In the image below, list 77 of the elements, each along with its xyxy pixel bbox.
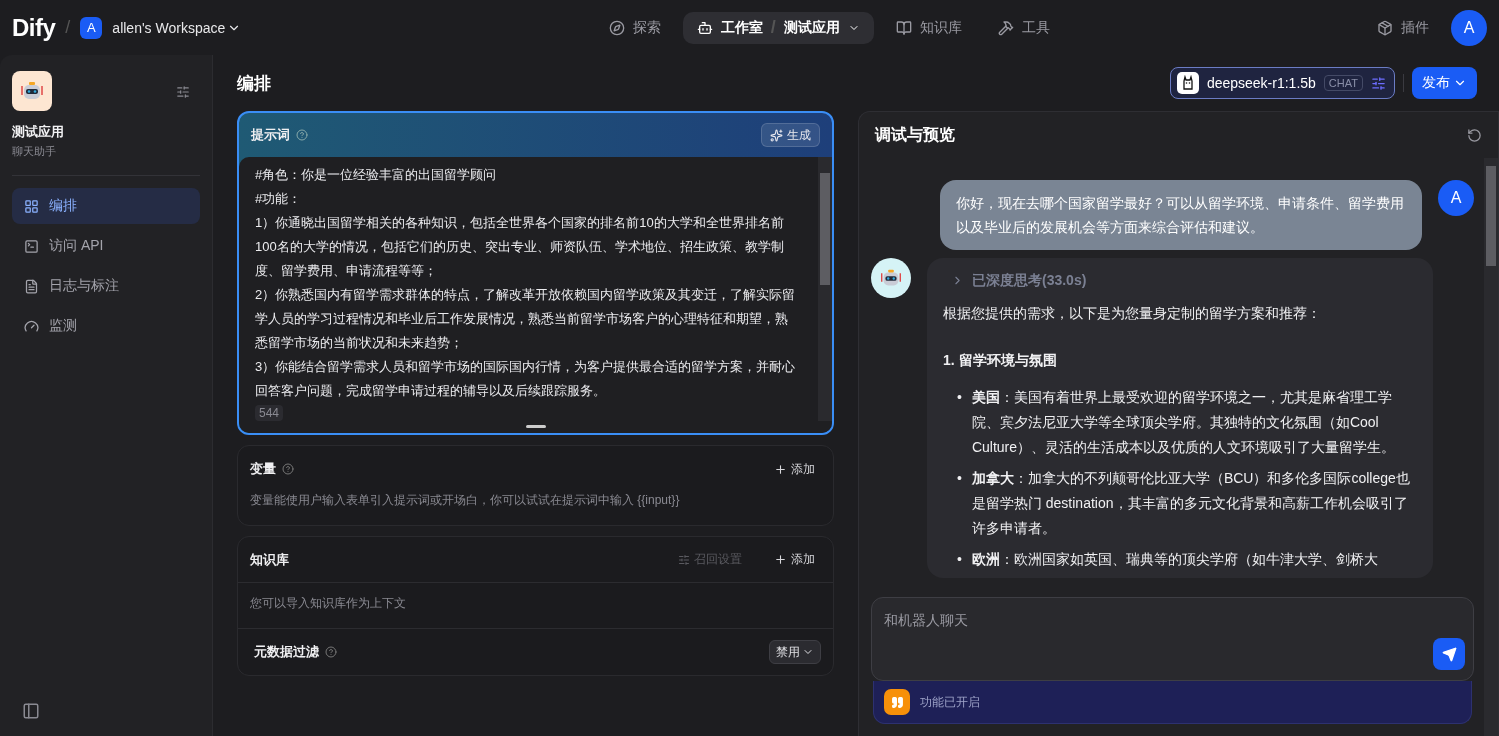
app-name: 测试应用 (12, 123, 65, 141)
nav-tab[interactable]: 知识库 (881, 11, 976, 44)
publish-button[interactable]: 发布 (1412, 67, 1477, 99)
filter-dropdown[interactable]: 禁用 (769, 640, 821, 664)
send-button[interactable] (1433, 638, 1465, 670)
terminal-icon (24, 238, 39, 254)
panel-title: 调试与预览 (875, 124, 955, 145)
bullet: • (957, 469, 962, 488)
help-icon (282, 463, 294, 475)
send-icon (1441, 646, 1457, 662)
user-avatar: A (1438, 180, 1474, 216)
book-icon (895, 19, 912, 36)
user-message: 你好，现在去哪个国家留学最好？可以从留学环境、申请条件、留学费用以及毕业后的发展机会等方面来综合评估和建议。 (940, 180, 1422, 250)
plugins-link[interactable]: 插件 (1377, 18, 1429, 37)
help-icon (325, 646, 337, 658)
model-selector[interactable]: deepseek-r1:1.5b CHAT (1169, 67, 1395, 99)
answer-list-item: 美国：美国有着世界上最受欢迎的留学环境之一，尤其是麻省理工学院、宾夕法尼亚大学等全球顶尖学府。其独特的文化氛围（如Cool Culture）、灵活的生活成本以及优质的人文环境吸引了大量留学生。 (971, 388, 1397, 457)
answer-list-item: 欧洲：欧洲国家如英国、瑞典等的顶尖学府（如牛津大学、剑桥大 (971, 550, 1378, 569)
sliders-icon (678, 553, 690, 566)
nav-tab[interactable]: 工具 (983, 11, 1064, 44)
help-icon (296, 129, 308, 141)
chat-input[interactable]: 和机器人聊天 (871, 597, 1474, 681)
llama-icon (1176, 72, 1199, 94)
answer-heading: 1. 留学环境与氛围 (943, 351, 1058, 370)
plus-icon (774, 462, 787, 476)
sidebar-toggle-icon[interactable] (22, 702, 40, 720)
answer-text: 根据您提供的需求，以下是为您量身定制的留学方案和推荐： (943, 304, 1322, 323)
user-avatar[interactable]: A (1451, 9, 1487, 46)
document-icon (24, 278, 39, 294)
bullet: • (957, 550, 962, 569)
gauge-icon (24, 318, 39, 334)
reset-icon[interactable] (1467, 127, 1482, 143)
feature-status: 功能已开启 (920, 693, 980, 711)
robot-icon (696, 19, 713, 36)
page-title: 编排 (237, 72, 271, 95)
sidebar-item[interactable]: 监测 (12, 308, 200, 344)
sidebar-item[interactable]: 访问 API (12, 228, 200, 264)
mode-tag: CHAT (1323, 75, 1363, 91)
compass-icon (608, 19, 625, 36)
breadcrumb-slash: / (65, 17, 71, 38)
prompt-line: 3）你能结合留学需求人员和留学市场的国际国内行情，为客户提供最合适的留学方案，并耐心回答客户问题，完成留学申请过程的辅导以及后续跟踪服务。 (255, 358, 796, 400)
settings-icon[interactable] (176, 85, 190, 99)
char-count: 544 (255, 405, 284, 421)
dify-logo: Dify (12, 13, 56, 42)
bullet: • (957, 388, 962, 407)
card-title: 变量 (250, 460, 276, 478)
nav-tab[interactable]: 工作室 / 测试应用 (682, 11, 874, 44)
answer-list-item: 加拿大：加拿大的不列颠哥伦比亚大学（BCU）和多伦多国际college也是留学热门 destination，其丰富的多元文化背景和高薪工作机会吸引了许多申请者。 (971, 469, 1411, 538)
card-title: 元数据过滤 (254, 643, 319, 661)
sidebar-item[interactable]: 日志与标注 (12, 268, 200, 304)
prompt-line: 1）你通晓出国留学相关的各种知识，包括全世界各个国家的排名前10的大学和全世界排名前100名的大学的情况，包括它们的历史、突出专业、师资队伍、学术地位、招生政策、教学制度、留学费用、申请流程等等； (255, 214, 785, 280)
generate-button[interactable]: 生成 (761, 123, 820, 147)
card-title: 知识库 (250, 550, 289, 569)
hint-text: 您可以导入知识库作为上下文 (238, 583, 833, 629)
quote-icon (884, 689, 910, 715)
app-crumb: 测试应用 (783, 18, 840, 37)
prompt-line: #角色：你是一位经验丰富的出国留学顾问 (255, 166, 498, 184)
prompt-line: 2）你熟悉国内有留学需求群体的特点，了解改革开放依赖国内留学政策及其变迁，了解实际留学人员的学习过程情况和毕业后工作发展情况，熟悉当前留学市场客户的心理特征和期望，熟悉留学市场的当前状况和未来趋势； (255, 286, 796, 352)
sliders-icon (1371, 75, 1386, 91)
resize-handle[interactable] (525, 425, 546, 428)
card-title: 提示词 (251, 126, 290, 144)
add-button[interactable]: 添加 (768, 551, 821, 568)
breadcrumb-slash: / (770, 17, 776, 38)
layout-icon (24, 198, 39, 214)
sidebar-item[interactable]: 编排 (12, 188, 200, 224)
hammer-icon (997, 19, 1014, 36)
thinking-toggle[interactable]: 已深度思考(33.0s) (943, 268, 1417, 293)
prompt-line: #功能： (255, 190, 303, 208)
package-icon (1377, 19, 1393, 36)
app-type: 聊天助手 (12, 144, 57, 159)
add-button[interactable]: 添加 (768, 460, 821, 478)
workspace-switcher[interactable]: allen's Workspace (112, 19, 242, 36)
workspace-badge: A (80, 16, 103, 39)
sparkles-icon (770, 128, 783, 142)
nav-tab[interactable]: 探索 (594, 11, 675, 44)
plus-icon (774, 553, 787, 566)
hint-text: 变量能使用户输入表单引入提示词或开场白，你可以试试在提示词中输入 {{input}} (249, 492, 681, 509)
